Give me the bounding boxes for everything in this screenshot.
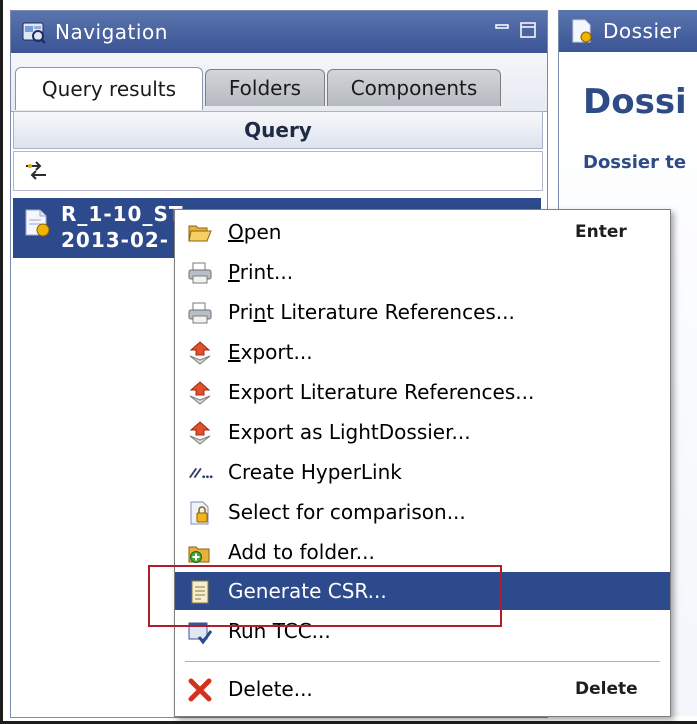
tab-components-label: Components (350, 76, 478, 100)
menu-label-print: Print... (228, 260, 293, 284)
menu-item-export-literature-references[interactable]: Export Literature References... (175, 373, 670, 411)
menu-label-pri: Pri (228, 300, 254, 324)
dossier-title-bar[interactable]: Dossier (559, 10, 697, 52)
printer-icon (187, 260, 213, 286)
navigation-title-bar[interactable]: Navigation (11, 11, 547, 53)
menu-label-print-literature-references: Print Literature References... (228, 300, 515, 324)
shortcut-open: Enter (575, 222, 627, 242)
menu-label-delete: Delete... (228, 677, 313, 701)
mnemonic-e: E (228, 340, 241, 364)
tab-query-results-label: Query results (41, 77, 177, 101)
tab-folders[interactable]: Folders (205, 69, 325, 106)
menu-item-export[interactable]: Export... (175, 333, 670, 371)
menu-separator (185, 661, 660, 662)
menu-label-export-as-lightdossier: Export as LightDossier... (228, 420, 471, 444)
export-icon (187, 340, 213, 366)
mnemonic-p: P (228, 260, 240, 284)
query-button[interactable]: Query (13, 111, 543, 149)
menu-item-export-as-lightdossier[interactable]: Export as LightDossier... (175, 413, 670, 451)
filter-bar[interactable] (13, 151, 543, 191)
menu-label-select-for-comparison: Select for comparison... (228, 500, 466, 524)
menu-item-delete[interactable]: Delete... Delete (175, 670, 670, 708)
delete-icon (187, 677, 213, 703)
result-date: 2013-02- (61, 228, 170, 252)
navigation-tabs: Query results Folders Components (11, 53, 547, 112)
menu-item-open[interactable]: Open Enter (175, 213, 670, 251)
frame-edge-left (0, 0, 3, 724)
minimize-icon[interactable] (493, 21, 511, 39)
menu-label-open-rest: pen (243, 220, 282, 244)
menu-label-export: Export... (228, 340, 313, 364)
menu-label-export-rest: xport... (240, 340, 313, 364)
export-icon (187, 380, 213, 406)
mnemonic-o: O (228, 220, 244, 244)
printer-icon (187, 300, 213, 326)
menu-label-export-literature-references: Export Literature References... (228, 380, 535, 404)
export-icon (187, 420, 213, 446)
menu-label-print-rest: rint... (239, 260, 294, 284)
hyperlink-icon (187, 460, 213, 486)
tab-folders-label: Folders (228, 76, 302, 100)
document-icon (23, 208, 51, 242)
result-name: R_1-10_ST (61, 202, 184, 226)
highlight-annotation (148, 565, 502, 627)
menu-label-print-literature-rest: t Literature References... (266, 300, 515, 324)
open-folder-icon (187, 220, 213, 246)
navigation-icon (21, 19, 47, 45)
menu-label-add-to-folder: Add to folder... (228, 540, 375, 564)
navigation-title: Navigation (55, 20, 168, 44)
add-folder-icon (187, 540, 213, 566)
maximize-icon[interactable] (519, 21, 537, 39)
compare-icon (187, 500, 213, 526)
menu-item-select-for-comparison[interactable]: Select for comparison... (175, 493, 670, 531)
mnemonic-n: n (253, 300, 267, 324)
tab-components[interactable]: Components (327, 69, 501, 106)
dossier-icon (569, 18, 595, 44)
shortcut-delete: Delete (575, 679, 638, 699)
menu-label-open: Open (228, 220, 281, 244)
menu-item-create-hyperlink[interactable]: Create HyperLink (175, 453, 670, 491)
dossier-tab-title: Dossier (603, 19, 682, 43)
menu-item-print[interactable]: Print... (175, 253, 670, 291)
menu-item-print-literature-references[interactable]: Print Literature References... (175, 293, 670, 331)
filter-icon[interactable] (24, 160, 48, 186)
dossier-subheading: Dossier te (583, 152, 687, 173)
tab-query-results[interactable]: Query results (15, 67, 203, 110)
dossier-heading: Dossi (583, 82, 687, 122)
context-menu: Open Enter Print... Print Literature Ref… (174, 209, 671, 717)
menu-label-create-hyperlink: Create HyperLink (228, 460, 402, 484)
